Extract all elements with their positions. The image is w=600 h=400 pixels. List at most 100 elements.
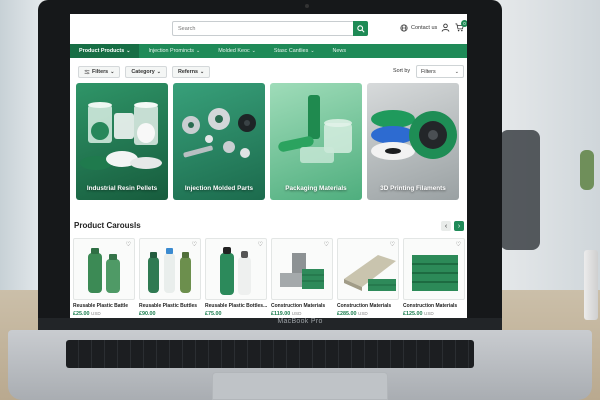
contact-label: Contact us [411,25,438,31]
nav-label: Molded Keoc [218,48,250,54]
price-value: £125.00 [403,311,423,317]
product-name: Reusable Plastic Buttles [139,303,198,309]
search-bar [172,21,368,36]
search-input[interactable] [173,25,353,32]
heart-icon[interactable]: ♡ [126,241,131,248]
resin-pellets-image [80,102,162,170]
chevron-down-icon: ⌄ [310,48,315,54]
user-icon[interactable] [441,23,450,32]
laptop-brand: MacBook Pro [277,318,323,325]
price-currency: USD [424,311,434,316]
category-label: 3D Printing Filaments [380,185,446,192]
filaments-image [371,110,457,160]
chevron-left-icon: ‹ [444,222,448,230]
nav-item-injection[interactable]: Injection Promincts ⌄ [139,44,209,58]
nav-label: Stasc Cantlies [273,48,309,54]
chevron-down-icon: ⌄ [251,48,256,54]
category-grid: Industrial Resin Pellets Injection Molde… [76,83,461,200]
contact-link[interactable]: Contact us [400,24,437,32]
product-price: £119.00 USD [271,311,333,317]
packaging-image [278,95,352,163]
filter-label: Filters [92,69,109,75]
product-image: ♡ [403,238,465,300]
product-price: £90.00 [139,311,201,317]
nav-item-products[interactable]: Product Products ⌄ [70,44,140,58]
chevron-down-icon: ⌄ [156,69,161,75]
search-button[interactable] [353,21,368,36]
product-price: £285.00 USD [337,311,399,317]
category-card-packaging[interactable]: Packaging Materials [270,83,362,200]
category-label: Packaging Materials [285,185,347,192]
bottle-image [220,247,251,295]
product-image: ♡ [205,238,267,300]
site-header: Contact us 0 [70,14,467,44]
keyboard [66,340,474,368]
cart-count-badge: 0 [461,20,467,27]
filters-button[interactable]: Filters ⌄ [78,66,121,78]
price-value: £119.00 [271,311,291,317]
search-icon [356,24,365,33]
bottle-image [148,248,191,293]
heart-icon[interactable]: ♡ [324,241,329,248]
carousel-prev-button[interactable]: ‹ [441,221,451,231]
product-price: £125.00 USD [403,311,465,317]
product-card[interactable]: ♡ Reusable Plastic Battle £25.00 USD [73,238,135,317]
chevron-down-icon: ⌄ [454,68,459,75]
referns-button[interactable]: Referns ⌄ [171,66,211,78]
laptop-screen: Contact us 0 Product Products ⌄ Injectio… [70,14,467,318]
construction-image [412,255,458,291]
category-button[interactable]: Category ⌄ [125,66,167,78]
product-price: £25.00 USD [73,311,135,317]
category-card-molded-parts[interactable]: Injection Molded Parts [173,83,265,200]
category-card-filaments[interactable]: 3D Printing Filaments [367,83,459,200]
sliders-icon [84,69,90,75]
sort-value: Filters [421,68,436,75]
construction-image [344,255,396,291]
product-card[interactable]: ♡ Construction Materials £119.00 USD [271,238,333,317]
heart-icon[interactable]: ♡ [192,241,197,248]
nav-label: News [332,48,347,54]
nav-label: Product Products [79,48,125,54]
product-card[interactable]: ♡ Construction Materials £125.00 USD [403,238,465,317]
product-name: Reusable Plastic Battle [73,303,129,309]
chevron-down-icon: ⌄ [126,48,131,54]
filter-label: Referns [177,69,199,75]
sort-select[interactable]: Filters ⌄ [416,65,464,78]
category-card-resin-pellets[interactable]: Industrial Resin Pellets [76,83,168,200]
product-image: ♡ [337,238,399,300]
product-name: Reusable Plastic Bottles... [205,303,267,309]
sort-label: Sort by [393,68,411,74]
product-card[interactable]: ♡ Reusable Plastic Bottles... £75.00 [205,238,267,317]
window-left [0,0,40,300]
price-value: £75.00 [205,311,222,317]
globe-icon [400,24,408,32]
cup [584,250,598,320]
product-card[interactable]: ♡ Reusable Plastic Buttles £90.00 [139,238,201,317]
product-image: ♡ [271,238,333,300]
nav-item-molded[interactable]: Molded Keoc ⌄ [209,44,265,58]
chevron-down-icon: ⌄ [110,69,115,75]
nav-item-news[interactable]: News [324,44,355,58]
chevron-right-icon: › [457,222,461,230]
trackpad [212,372,388,400]
product-name: Construction Materials [271,303,326,309]
product-card[interactable]: ♡ Construction Materials £285.00 USD [337,238,399,317]
category-label: Injection Molded Parts [184,185,254,192]
plant [580,150,594,190]
main-nav: Product Products ⌄ Injection Promincts ⌄… [70,44,467,58]
price-currency: USD [358,311,368,316]
price-value: £25.00 [73,311,90,317]
product-name: Construction Materials [337,303,392,309]
molded-parts-image [182,108,256,158]
heart-icon[interactable]: ♡ [456,241,461,248]
nav-label: Injection Promincts [148,48,194,54]
product-image: ♡ [73,238,135,300]
price-currency: USD [91,311,101,316]
heart-icon[interactable]: ♡ [258,241,263,248]
bottle-image [88,248,120,293]
carousel-next-button[interactable]: › [454,221,464,231]
product-price: £75.00 [205,311,267,317]
nav-item-stasc[interactable]: Stasc Cantlies ⌄ [265,44,324,58]
heart-icon[interactable]: ♡ [390,241,395,248]
construction-image [280,253,324,289]
